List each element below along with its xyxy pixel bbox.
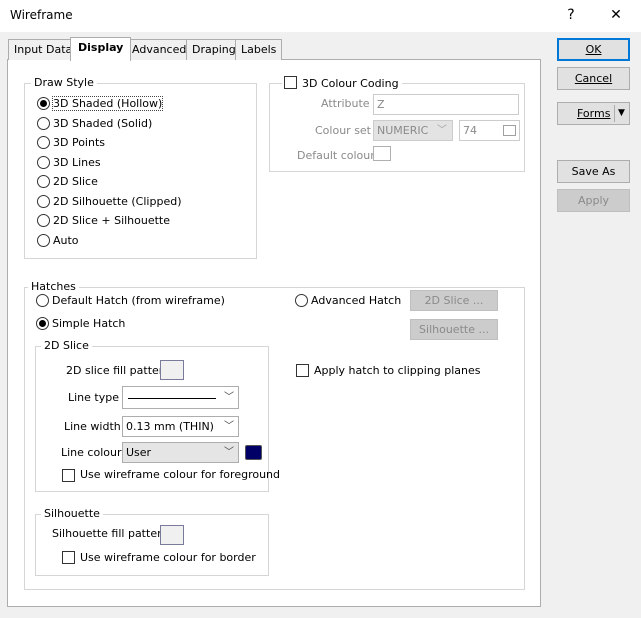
draw-style-legend: Draw Style bbox=[31, 76, 97, 89]
line-colour-swatch[interactable] bbox=[245, 445, 262, 460]
radio-2d-silhouette-clipped[interactable] bbox=[37, 195, 50, 208]
radio-3d-points[interactable] bbox=[37, 136, 50, 149]
solid-line-icon bbox=[128, 398, 216, 399]
silhouette-fill-pattern-label: Silhouette fill pattern bbox=[52, 527, 169, 540]
use-wireframe-fg-label: Use wireframe colour for foreground bbox=[80, 468, 281, 481]
apply-button[interactable]: Apply bbox=[557, 189, 630, 212]
radio-auto[interactable] bbox=[37, 234, 50, 247]
chevron-down-icon: ﹀ bbox=[224, 447, 234, 458]
colour-set-number-field[interactable]: 74 bbox=[459, 120, 520, 141]
attribute-label: Attribute bbox=[321, 97, 370, 110]
label-simple-hatch: Simple Hatch bbox=[52, 317, 126, 330]
label-auto: Auto bbox=[53, 234, 79, 247]
line-type-label: Line type bbox=[68, 391, 119, 404]
line-colour-select[interactable]: User ﹀ bbox=[122, 442, 239, 463]
chevron-down-icon: ﹀ bbox=[224, 421, 234, 432]
tab-display[interactable]: Display bbox=[70, 37, 132, 61]
forms-label: Forms bbox=[577, 107, 611, 120]
label-advanced-hatch: Advanced Hatch bbox=[311, 294, 402, 307]
apply-clipping-checkbox[interactable] bbox=[296, 364, 309, 377]
colour-set-select[interactable]: NUMERIC ﹀ bbox=[373, 120, 453, 141]
chevron-down-icon: ﹀ bbox=[224, 392, 234, 403]
radio-default-hatch[interactable] bbox=[36, 294, 49, 307]
line-colour-value: User bbox=[126, 446, 152, 459]
slice-legend: 2D Slice bbox=[41, 339, 92, 352]
line-width-value: 0.13 mm (THIN) bbox=[126, 420, 214, 433]
forms-divider bbox=[614, 105, 615, 122]
hatches-legend: Hatches bbox=[28, 280, 79, 293]
cancel-label: Cancel bbox=[574, 72, 613, 85]
silhouette-hatch-button[interactable]: Silhouette ... bbox=[410, 319, 498, 340]
label-3d-points: 3D Points bbox=[53, 136, 106, 149]
use-wireframe-border-checkbox[interactable] bbox=[62, 551, 75, 564]
label-2d-silhouette-clipped: 2D Silhouette (Clipped) bbox=[53, 195, 182, 208]
colour-coding-legend: 3D Colour Coding bbox=[302, 77, 399, 90]
slice-hatch-button[interactable]: 2D Slice ... bbox=[410, 290, 498, 311]
colour-set-value: NUMERIC bbox=[377, 124, 429, 137]
chevron-down-icon: ﹀ bbox=[437, 125, 447, 136]
label-3d-shaded-solid: 3D Shaded (Solid) bbox=[53, 117, 153, 130]
label-3d-shaded-hollow: 3D Shaded (Hollow) bbox=[51, 96, 164, 111]
colour-coding-checkbox[interactable] bbox=[284, 76, 297, 89]
tab-labels[interactable]: Labels bbox=[235, 39, 283, 60]
silhouette-group bbox=[35, 514, 269, 576]
apply-clipping-label: Apply hatch to clipping planes bbox=[314, 364, 481, 377]
radio-2d-slice-silhouette[interactable] bbox=[37, 214, 50, 227]
ok-button[interactable]: OK bbox=[557, 38, 630, 61]
line-type-select[interactable]: ﹀ bbox=[122, 386, 239, 409]
label-2d-slice-silhouette: 2D Slice + Silhouette bbox=[53, 214, 171, 227]
help-button[interactable]: ? bbox=[557, 4, 585, 28]
tab-input-data[interactable]: Input Data bbox=[8, 39, 79, 60]
radio-2d-slice[interactable] bbox=[37, 175, 50, 188]
grid-icon[interactable] bbox=[503, 125, 516, 136]
cancel-button[interactable]: Cancel bbox=[557, 67, 630, 90]
radio-simple-hatch[interactable] bbox=[36, 317, 49, 330]
silhouette-legend: Silhouette bbox=[41, 507, 103, 520]
silhouette-fill-pattern-swatch[interactable] bbox=[160, 525, 184, 545]
attribute-field[interactable]: Z bbox=[373, 94, 519, 115]
radio-3d-shaded-hollow[interactable] bbox=[37, 97, 50, 110]
tab-draping[interactable]: Draping bbox=[186, 39, 242, 60]
radio-advanced-hatch[interactable] bbox=[295, 294, 308, 307]
save-as-button[interactable]: Save As bbox=[557, 160, 630, 183]
colour-set-label: Colour set bbox=[315, 124, 371, 137]
line-width-label: Line width bbox=[64, 420, 121, 433]
radio-3d-shaded-solid[interactable] bbox=[37, 117, 50, 130]
slice-fill-pattern-label: 2D slice fill pattern bbox=[66, 364, 171, 377]
label-3d-lines: 3D Lines bbox=[53, 156, 101, 169]
slice-fill-pattern-swatch[interactable] bbox=[160, 360, 184, 380]
use-wireframe-fg-checkbox[interactable] bbox=[62, 469, 75, 482]
default-colour-swatch[interactable] bbox=[373, 146, 391, 161]
ok-label: OK bbox=[585, 43, 602, 56]
label-2d-slice: 2D Slice bbox=[53, 175, 98, 188]
colour-set-number: 74 bbox=[463, 124, 477, 137]
line-colour-label: Line colour bbox=[61, 446, 122, 459]
forms-button[interactable]: Forms ▼ bbox=[557, 102, 630, 125]
colour-coding-header: 3D Colour Coding bbox=[282, 76, 402, 90]
line-width-select[interactable]: 0.13 mm (THIN) ﹀ bbox=[122, 416, 239, 437]
tab-advanced[interactable]: Advanced bbox=[126, 39, 193, 60]
radio-3d-lines[interactable] bbox=[37, 156, 50, 169]
window-title: Wireframe bbox=[10, 8, 73, 22]
default-colour-label: Default colour bbox=[297, 149, 375, 162]
chevron-down-icon[interactable]: ▼ bbox=[618, 103, 625, 124]
label-default-hatch: Default Hatch (from wireframe) bbox=[52, 294, 225, 307]
title-bar bbox=[0, 0, 641, 32]
close-icon[interactable]: ✕ bbox=[602, 4, 630, 28]
use-wireframe-border-label: Use wireframe colour for border bbox=[80, 551, 256, 564]
